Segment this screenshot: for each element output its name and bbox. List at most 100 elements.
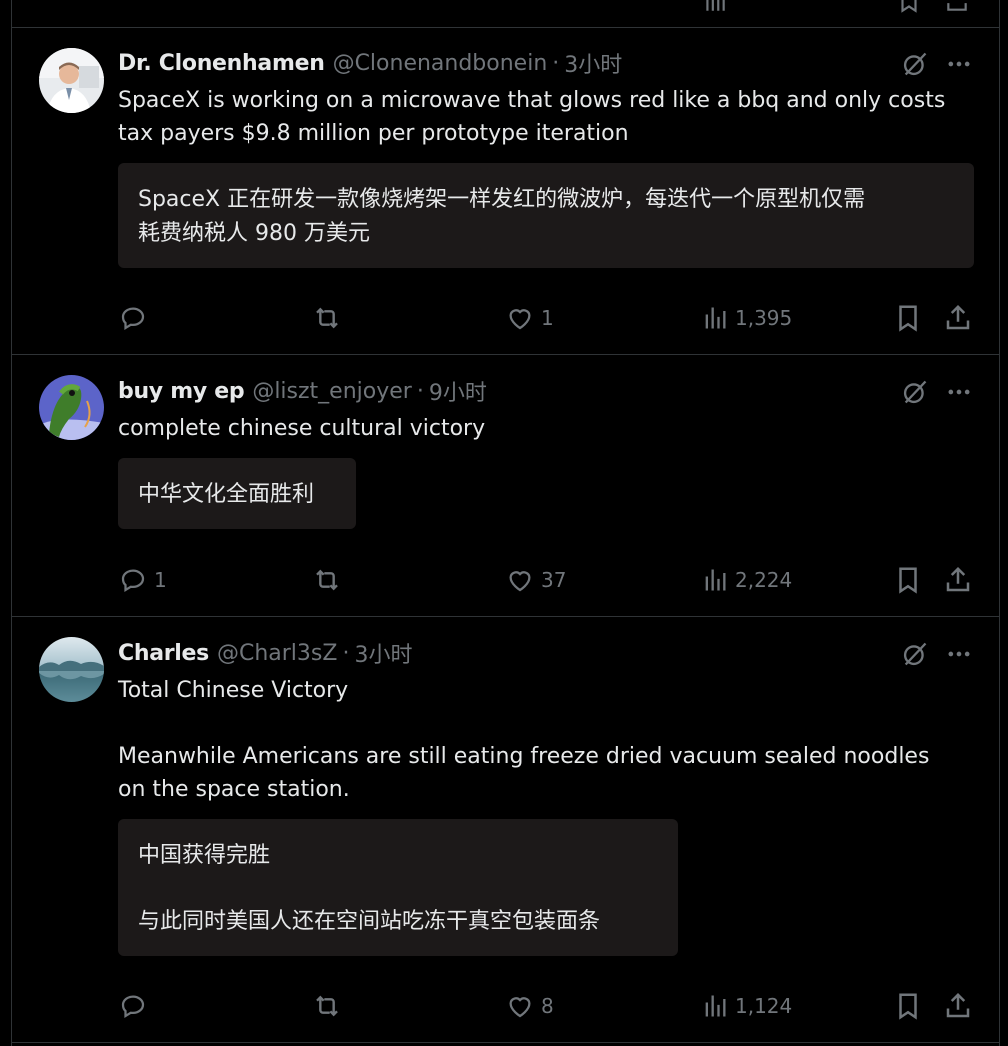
translation-line: 与此同时美国人还在空间站吃冻干真空包装面条 [138,909,601,934]
bookmark-icon [899,993,917,1020]
post-text-line [118,707,978,740]
author-name[interactable]: Charles [118,641,209,666]
post-text-line: Meanwhile Americans are still eating fre… [118,744,930,769]
view-count: 1,395 [735,306,793,330]
repost-button[interactable] [311,563,349,597]
grok-icon[interactable] [901,50,929,78]
views-button[interactable]: 2,224 [701,563,792,597]
post-text-line: SpaceX is working on a microwave that gl… [118,88,946,113]
heart-icon [509,571,531,592]
post-text-line: Total Chinese Victory [118,678,349,703]
reply-button[interactable] [118,989,154,1023]
author-handle[interactable]: @liszt_enjoyer [252,379,412,404]
post-header-icons [901,640,973,668]
reply-count: 1 [154,568,167,592]
repost-icon [316,307,338,329]
bookmark-icon [899,305,917,332]
author-name[interactable]: Dr. Clonenhamen [118,51,325,76]
avatar[interactable] [39,637,104,702]
like-button[interactable]: 37 [505,563,566,597]
translation-box: SpaceX 正在研发一款像烧烤架一样发红的微波炉，每迭代一个原型机仅需 耗费纳… [118,163,974,268]
like-button[interactable]: 1 [505,301,554,335]
heart-icon [509,309,531,330]
views-icon[interactable] [702,0,728,14]
post-header-icons [901,50,973,78]
post-actions: 8 1,124 [118,989,978,1023]
share-icon [946,992,970,1018]
bookmark-icon[interactable] [896,0,922,14]
post-header: buy my ep @liszt_enjoyer · 9小时 [118,375,487,407]
bookmark-button[interactable] [893,301,923,335]
reply-icon [121,995,145,1019]
like-count: 8 [541,994,554,1018]
heart-icon [509,997,531,1018]
views-button[interactable]: 1,395 [701,301,792,335]
views-button[interactable]: 1,124 [701,989,792,1023]
bookmark-button[interactable] [893,989,923,1023]
like-count: 1 [541,306,554,330]
separator: · [342,640,350,666]
avatar[interactable] [39,375,104,440]
post[interactable]: Charles @Charl3sZ · 3小时 Total Chinese Vi… [12,617,999,1043]
post-header: Dr. Clonenhamen @Clonenandbonein · 3小时 [118,47,622,79]
translation-box: 中国获得完胜 与此同时美国人还在空间站吃冻干真空包装面条 [118,819,678,956]
grok-icon[interactable] [901,640,929,668]
post[interactable]: Dr. Clonenhamen @Clonenandbonein · 3小时 S… [12,28,999,355]
reply-icon [121,569,145,593]
post-time[interactable]: 3小时 [354,637,412,669]
post-text: SpaceX is working on a microwave that gl… [118,84,978,150]
post[interactable]: buy my ep @liszt_enjoyer · 9小时 complete … [12,355,999,617]
more-icon[interactable] [945,640,973,668]
post-actions: 1 37 2,224 [118,563,978,597]
separator: · [552,50,560,76]
avatar[interactable] [39,48,104,113]
post-time[interactable]: 3小时 [564,47,622,79]
share-button[interactable] [943,563,973,597]
share-icon[interactable] [944,0,970,14]
post-header-icons [901,378,973,406]
separator: · [416,378,424,404]
translation-line: 中华文化全面胜利 [138,482,315,507]
author-handle[interactable]: @Clonenandbonein [333,51,548,76]
translation-line [138,872,658,905]
post-time[interactable]: 9小时 [429,375,487,407]
post-text: complete chinese cultural victory [118,412,978,445]
more-icon[interactable] [945,50,973,78]
views-icon [705,995,726,1017]
views-icon [705,307,726,329]
author-name[interactable]: buy my ep [118,379,245,404]
post-text-line: complete chinese cultural victory [118,416,486,441]
more-icon[interactable] [945,378,973,406]
reply-button[interactable]: 1 [118,563,167,597]
post-header: Charles @Charl3sZ · 3小时 [118,637,412,669]
lake-avatar-icon [39,637,104,702]
repost-button[interactable] [311,301,349,335]
like-button[interactable]: 8 [505,989,554,1023]
like-count: 37 [541,568,567,592]
repost-button[interactable] [311,989,349,1023]
translation-line: 耗费纳税人 980 万美元 [138,221,370,246]
author-handle[interactable]: @Charl3sZ [217,641,337,666]
view-count: 2,224 [735,568,793,592]
doctor-avatar-icon [39,48,104,113]
bookmark-icon [899,567,917,594]
reply-button[interactable] [118,301,154,335]
translation-box: 中华文化全面胜利 [118,458,356,529]
post-text-line: on the space station. [118,777,350,802]
grok-icon[interactable] [901,378,929,406]
repost-icon [316,995,338,1017]
translation-line: 中国获得完胜 [138,843,271,868]
previous-post-actions [12,0,999,28]
post-text-line: tax payers $9.8 million per prototype it… [118,121,629,146]
share-button[interactable] [943,989,973,1023]
post-text: Total Chinese Victory Meanwhile American… [118,674,978,806]
repost-icon [316,569,338,591]
share-icon [946,566,970,592]
translation-line: SpaceX 正在研发一款像烧烤架一样发红的微波炉，每迭代一个原型机仅需 [138,187,866,212]
bookmark-button[interactable] [893,563,923,597]
timeline: Dr. Clonenhamen @Clonenandbonein · 3小时 S… [11,0,1000,1046]
share-button[interactable] [943,301,973,335]
reply-icon [121,307,145,331]
view-count: 1,124 [735,994,793,1018]
views-icon [705,569,726,591]
